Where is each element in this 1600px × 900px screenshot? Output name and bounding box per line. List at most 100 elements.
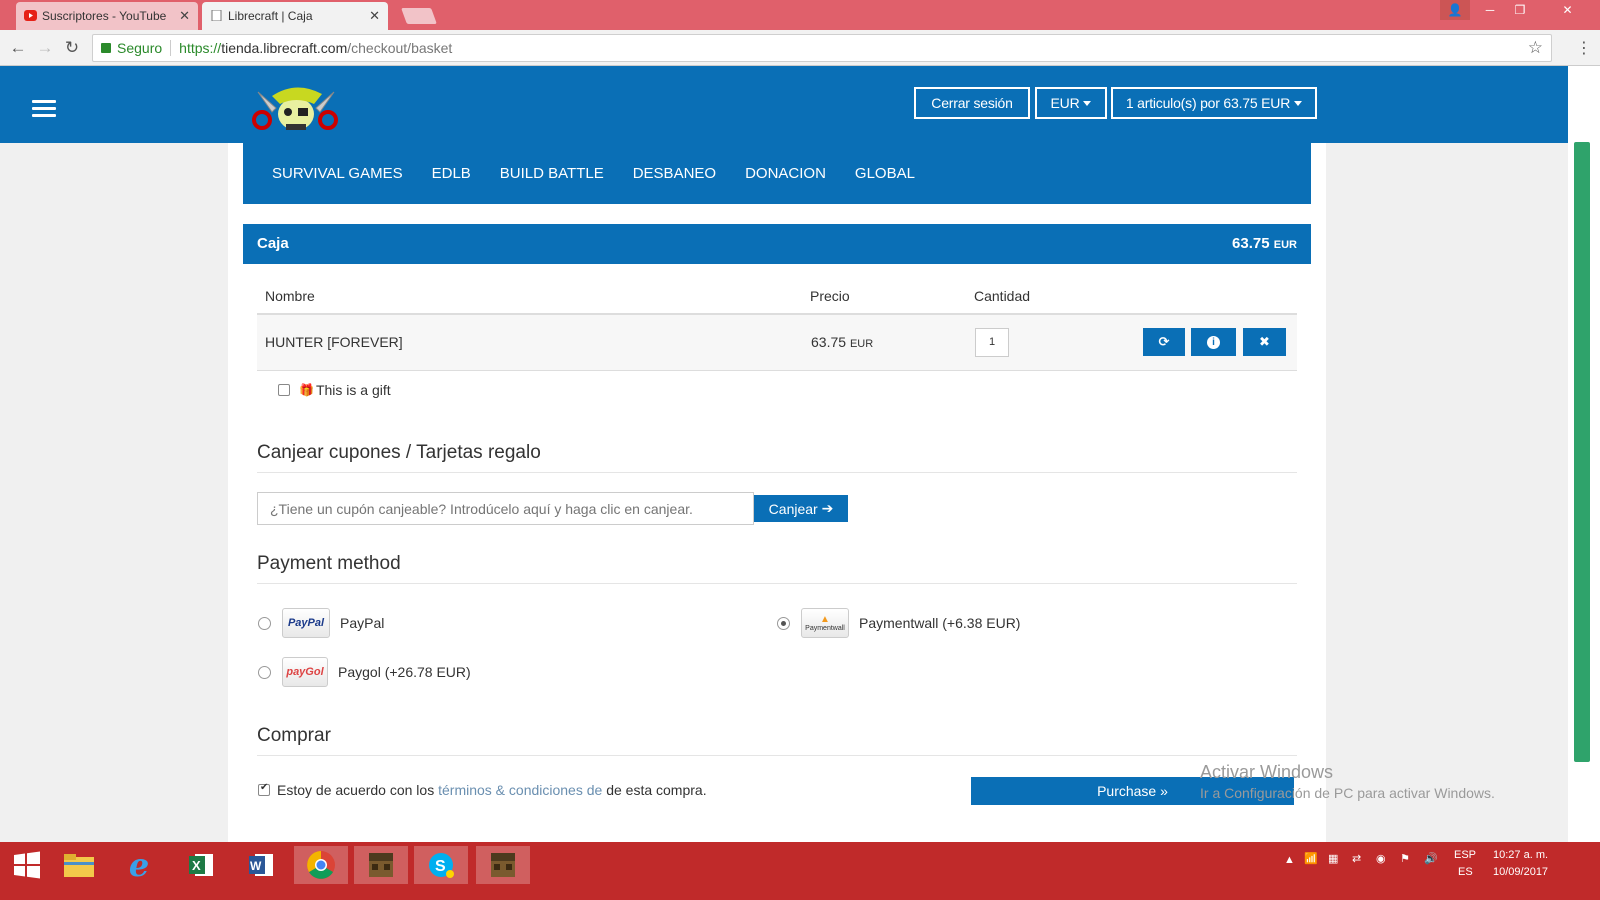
windows-logo-icon <box>14 851 40 879</box>
payment-section-title: Payment method <box>257 553 1297 584</box>
window-close-icon[interactable]: ✕ <box>1535 0 1600 20</box>
browser-menu-icon[interactable]: ⋮ <box>1576 38 1592 58</box>
payment-option-paypal[interactable]: PayPal PayPal <box>258 608 384 638</box>
tab-label: Librecraft | Caja <box>228 9 313 23</box>
bookmark-star-icon[interactable]: ☆ <box>1528 38 1543 58</box>
clock-date[interactable]: 10/09/2017 <box>1493 866 1548 878</box>
nav-build-battle[interactable]: BUILD BATTLE <box>500 165 604 182</box>
nav-donacion[interactable]: DONACION <box>745 165 826 182</box>
scrollbar[interactable] <box>1568 66 1600 862</box>
word-logo-icon: W <box>249 854 273 876</box>
forward-icon[interactable]: → <box>35 38 55 58</box>
basket-table-header: Nombre Precio Cantidad <box>257 282 1297 315</box>
keyboard-layout[interactable]: ES <box>1458 866 1473 878</box>
svg-text:S: S <box>435 858 446 875</box>
tab-librecraft[interactable]: Librecraft | Caja ✕ <box>202 2 388 30</box>
category-nav: SURVIVAL GAMES EDLB BUILD BATTLE DESBANE… <box>243 143 1311 204</box>
new-tab-button[interactable] <box>401 8 437 24</box>
agree-suffix: de esta compra. <box>606 782 707 798</box>
nav-global[interactable]: GLOBAL <box>855 165 915 182</box>
close-icon[interactable]: ✕ <box>369 8 380 24</box>
paymentwall-mark-icon: ▲ <box>820 614 830 625</box>
paypal-logo: PayPal <box>282 608 330 638</box>
radio-paypal[interactable] <box>258 616 271 630</box>
nav-desbaneo[interactable]: DESBANEO <box>633 165 716 182</box>
terms-checkbox[interactable] <box>258 782 270 796</box>
internet-explorer-icon[interactable]: e <box>112 846 166 884</box>
caret-down-icon <box>1083 100 1092 106</box>
back-icon[interactable]: ← <box>8 38 28 58</box>
column-price: Precio <box>810 288 850 304</box>
chrome-icon[interactable] <box>294 846 348 884</box>
restore-icon[interactable]: ❐ <box>1505 0 1535 20</box>
url-path: /checkout/basket <box>347 40 453 56</box>
cart-label: 1 articulo(s) por 63.75 EUR <box>1125 95 1291 111</box>
skype-icon[interactable]: S <box>414 846 468 884</box>
youtube-icon <box>24 10 37 21</box>
minecraft-icon[interactable] <box>354 846 408 884</box>
refresh-button[interactable]: ⟳ <box>1143 328 1185 356</box>
url-field[interactable]: Seguro https://tienda.librecraft.com/che… <box>92 34 1552 62</box>
currency-dropdown[interactable]: EUR <box>1035 87 1107 119</box>
app-tray-icon[interactable]: ▦ <box>1328 852 1338 865</box>
excel-icon[interactable]: X <box>174 846 228 884</box>
hamburger-menu-icon[interactable] <box>32 100 56 118</box>
nav-edlb[interactable]: EDLB <box>432 165 471 182</box>
item-price: 63.75 EUR <box>811 334 873 350</box>
reload-icon[interactable]: ↻ <box>62 38 82 58</box>
chrome-tray-icon[interactable]: ◉ <box>1376 852 1386 865</box>
scrollbar-thumb[interactable] <box>1574 142 1590 762</box>
refresh-icon: ⟳ <box>1158 334 1170 349</box>
redeem-button[interactable]: Canjear ➔ <box>754 495 848 522</box>
start-button[interactable] <box>0 846 54 884</box>
gift-option: 🎁 This is a gift <box>278 382 391 398</box>
page-icon <box>211 10 222 21</box>
quantity-input[interactable]: 1 <box>975 328 1009 357</box>
payment-fee: (+26.78 EUR) <box>384 664 471 680</box>
url-host: tienda.librecraft.com <box>221 40 348 56</box>
word-icon[interactable]: W <box>234 846 288 884</box>
volume-icon[interactable]: 🔊 <box>1424 852 1438 865</box>
column-name: Nombre <box>265 288 315 304</box>
clock-time[interactable]: 10:27 a. m. <box>1493 849 1548 861</box>
paymentwall-logo: ▲ Paymentwall <box>801 608 849 638</box>
language-code[interactable]: ESP <box>1454 849 1476 861</box>
minecraft-block-icon <box>491 853 515 877</box>
gift-checkbox[interactable] <box>278 384 290 396</box>
caret-down-icon <box>1294 100 1303 106</box>
payment-option-paymentwall[interactable]: ▲ Paymentwall Paymentwall (+6.38 EUR) <box>777 608 1020 638</box>
tab-youtube[interactable]: Suscriptores - YouTube ✕ <box>16 2 198 30</box>
remove-button[interactable]: ✖ <box>1243 328 1286 356</box>
info-icon: i <box>1207 335 1220 349</box>
site-logo[interactable] <box>252 74 340 136</box>
cart-dropdown[interactable]: 1 articulo(s) por 63.75 EUR <box>1111 87 1317 119</box>
lock-icon <box>101 43 111 53</box>
terms-agreement: Estoy de acuerdo con los términos & cond… <box>258 782 707 798</box>
item-price-currency: EUR <box>849 338 874 350</box>
show-hidden-icons[interactable]: ▲ <box>1284 854 1295 866</box>
nav-survival-games[interactable]: SURVIVAL GAMES <box>272 165 403 182</box>
flag-icon[interactable]: ⚑ <box>1400 852 1410 865</box>
item-name: HUNTER [FOREVER] <box>265 334 403 350</box>
close-icon[interactable]: ✕ <box>179 8 190 24</box>
minimize-icon[interactable]: ─ <box>1475 0 1505 20</box>
radio-paygol[interactable] <box>258 665 271 679</box>
paymentwall-logo-text: Paymentwall <box>805 625 845 632</box>
gift-icon: 🎁 <box>299 383 314 397</box>
sync-icon[interactable]: ⇄ <box>1352 852 1361 865</box>
ie-e-icon: e <box>128 846 150 884</box>
info-button[interactable]: i <box>1191 328 1236 356</box>
redeem-label: Canjear <box>768 500 818 517</box>
profile-icon[interactable]: 👤 <box>1440 0 1470 20</box>
coupon-input[interactable] <box>257 492 754 525</box>
logout-label: Cerrar sesión <box>931 95 1013 111</box>
logout-button[interactable]: Cerrar sesión <box>914 87 1030 119</box>
minecraft-block-icon <box>369 853 393 877</box>
minecraft-icon-2[interactable] <box>476 846 530 884</box>
network-icon[interactable]: 📶 <box>1304 852 1318 865</box>
radio-paymentwall[interactable] <box>777 616 790 630</box>
file-explorer-icon[interactable] <box>52 846 106 884</box>
payment-option-paygol[interactable]: payGol Paygol (+26.78 EUR) <box>258 657 471 687</box>
terms-link[interactable]: términos & condiciones de <box>438 782 602 798</box>
address-bar: ← → ↻ Seguro https://tienda.librecraft.c… <box>0 30 1600 66</box>
